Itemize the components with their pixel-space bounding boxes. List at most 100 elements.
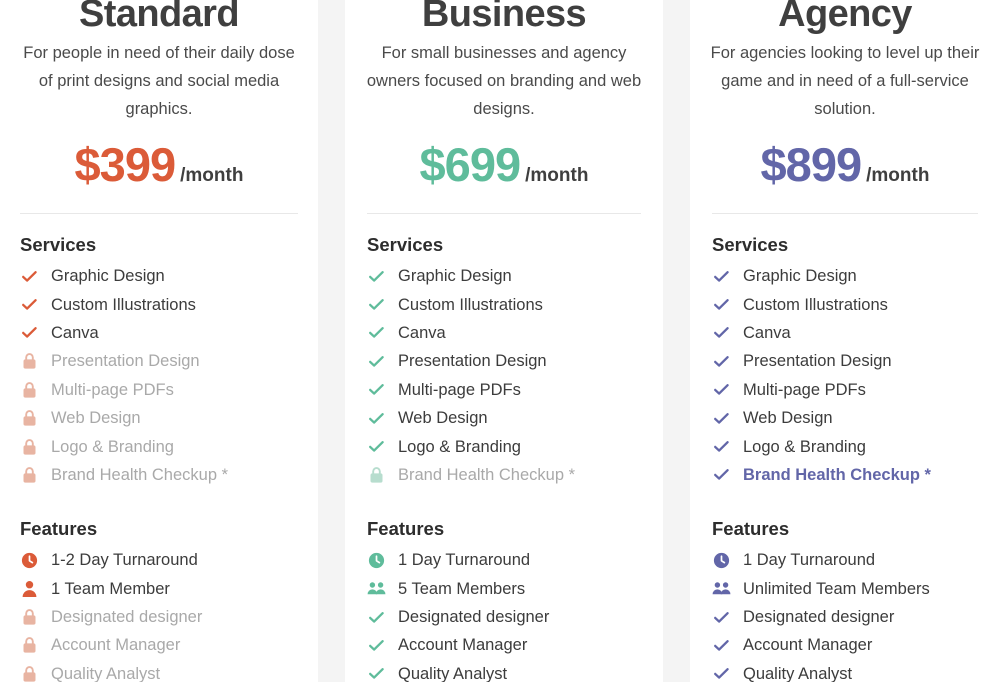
check-icon bbox=[712, 664, 731, 682]
list-item: Graphic Design bbox=[10, 262, 308, 290]
lock-icon bbox=[20, 664, 39, 682]
lock-icon bbox=[20, 465, 39, 484]
list-item-label: Canva bbox=[743, 323, 791, 342]
list-item: 1 Team Member bbox=[10, 575, 308, 603]
list-item-label: Quality Analyst bbox=[51, 664, 161, 682]
list-item-label: 1 Day Turnaround bbox=[743, 551, 876, 570]
list-item: Designated designer bbox=[702, 603, 988, 631]
list-item: Unlimited Team Members bbox=[702, 575, 988, 603]
list-item-label: Logo & Branding bbox=[398, 437, 521, 456]
services-section-title: Services bbox=[20, 234, 97, 255]
check-icon bbox=[712, 352, 731, 371]
list-item-label: Unlimited Team Members bbox=[743, 579, 930, 598]
list-item: Presentation Design bbox=[702, 347, 988, 375]
list-item: Multi-page PDFs bbox=[357, 376, 651, 404]
divider bbox=[20, 213, 298, 214]
check-icon bbox=[712, 267, 731, 286]
check-icon bbox=[712, 608, 731, 627]
plan-card-business[interactable]: Business For small businesses and agency … bbox=[345, 0, 663, 682]
features-section-title: Features bbox=[367, 518, 445, 540]
list-item-label: 1 Team Member bbox=[51, 579, 170, 598]
plan-title: Standard bbox=[79, 0, 240, 35]
check-icon bbox=[712, 295, 731, 314]
list-item: 5 Team Members bbox=[357, 575, 651, 603]
list-item: Logo & Branding bbox=[702, 432, 988, 460]
plan-card-agency[interactable]: Agency For agencies looking to level up t… bbox=[690, 0, 1000, 682]
check-icon bbox=[367, 267, 386, 286]
features-list: 1 Day Turnaround 5 Team Members Designated… bbox=[357, 546, 651, 682]
list-item-label: Quality Analyst bbox=[398, 664, 508, 682]
services-list: Graphic Design Custom Illustrations Canva P… bbox=[702, 262, 988, 489]
list-item-label: Multi-page PDFs bbox=[743, 380, 866, 399]
lock-icon bbox=[20, 608, 39, 627]
list-item-label: Custom Illustrations bbox=[398, 295, 543, 314]
services-list: Graphic Design Custom Illustrations Canva P… bbox=[357, 262, 651, 489]
list-item-label: Presentation Design bbox=[743, 352, 892, 371]
pricing-table: Standard For people in need of their dail… bbox=[0, 0, 1000, 682]
list-item: Multi-page PDFs bbox=[702, 376, 988, 404]
plan-price-row: $699/month bbox=[357, 137, 651, 192]
list-item: Brand Health Checkup * bbox=[357, 461, 651, 489]
lock-icon bbox=[20, 636, 39, 655]
plan-header: Business For small businesses and agency … bbox=[357, 0, 651, 214]
list-item-label: Account Manager bbox=[398, 636, 528, 655]
list-item: Web Design bbox=[10, 404, 308, 432]
plan-title: Agency bbox=[778, 0, 912, 35]
list-item: Web Design bbox=[357, 404, 651, 432]
check-icon bbox=[367, 636, 386, 655]
list-item: Graphic Design bbox=[357, 262, 651, 290]
list-item: Presentation Design bbox=[10, 347, 308, 375]
list-item: 1 Day Turnaround bbox=[702, 546, 988, 574]
list-item: Graphic Design bbox=[702, 262, 988, 290]
list-item: Quality Analyst bbox=[702, 660, 988, 682]
check-icon bbox=[367, 608, 386, 627]
list-item-label: Brand Health Checkup * bbox=[51, 465, 229, 484]
list-item-label: Designated designer bbox=[743, 608, 895, 627]
check-icon bbox=[712, 465, 731, 484]
plan-description: For agencies looking to level up their g… bbox=[710, 44, 980, 118]
list-item: Custom Illustrations bbox=[357, 290, 651, 318]
plan-card-standard[interactable]: Standard For people in need of their dail… bbox=[0, 0, 318, 682]
check-icon bbox=[367, 380, 386, 399]
lock-icon bbox=[20, 380, 39, 399]
list-item: Account Manager bbox=[357, 631, 651, 659]
list-item-label: 5 Team Members bbox=[398, 579, 526, 598]
check-icon bbox=[367, 437, 386, 456]
check-icon bbox=[20, 295, 39, 314]
check-icon bbox=[367, 323, 386, 342]
list-item-label: Web Design bbox=[743, 409, 833, 428]
list-item-label: Custom Illustrations bbox=[51, 295, 196, 314]
lock-icon bbox=[20, 352, 39, 371]
list-item: Web Design bbox=[702, 404, 988, 432]
features-list: 1 Day Turnaround Unlimited Team Members De… bbox=[702, 546, 988, 682]
plan-price-row: $899/month bbox=[702, 137, 988, 192]
list-item-label: Logo & Branding bbox=[51, 437, 174, 456]
lock-icon bbox=[20, 409, 39, 428]
list-item-label: Account Manager bbox=[51, 636, 181, 655]
plan-price-period: /month bbox=[525, 165, 589, 186]
list-item-label: Canva bbox=[398, 323, 446, 342]
features-section-title: Features bbox=[20, 518, 98, 540]
lock-icon bbox=[367, 465, 386, 484]
list-item-label: Custom Illustrations bbox=[743, 295, 888, 314]
list-item-label: Quality Analyst bbox=[743, 664, 853, 682]
check-icon bbox=[367, 664, 386, 682]
list-item-label: 1 Day Turnaround bbox=[398, 551, 531, 570]
lock-icon bbox=[20, 437, 39, 456]
list-item-label: Graphic Design bbox=[743, 267, 857, 286]
list-item: Logo & Branding bbox=[357, 432, 651, 460]
list-item: Quality Analyst bbox=[10, 660, 308, 682]
plan-header: Agency For agencies looking to level up t… bbox=[702, 0, 988, 214]
divider bbox=[367, 213, 641, 214]
divider bbox=[712, 213, 978, 214]
list-item-label: Graphic Design bbox=[398, 267, 512, 286]
list-item: Multi-page PDFs bbox=[10, 376, 308, 404]
list-item-label: Presentation Design bbox=[398, 352, 547, 371]
check-icon bbox=[367, 295, 386, 314]
list-item: Custom Illustrations bbox=[702, 290, 988, 318]
services-section-title: Services bbox=[712, 234, 789, 255]
list-item-label: Account Manager bbox=[743, 636, 873, 655]
list-item-label: Brand Health Checkup * bbox=[743, 465, 931, 484]
list-item: Logo & Branding bbox=[10, 432, 308, 460]
features-section-title: Features bbox=[712, 518, 790, 540]
